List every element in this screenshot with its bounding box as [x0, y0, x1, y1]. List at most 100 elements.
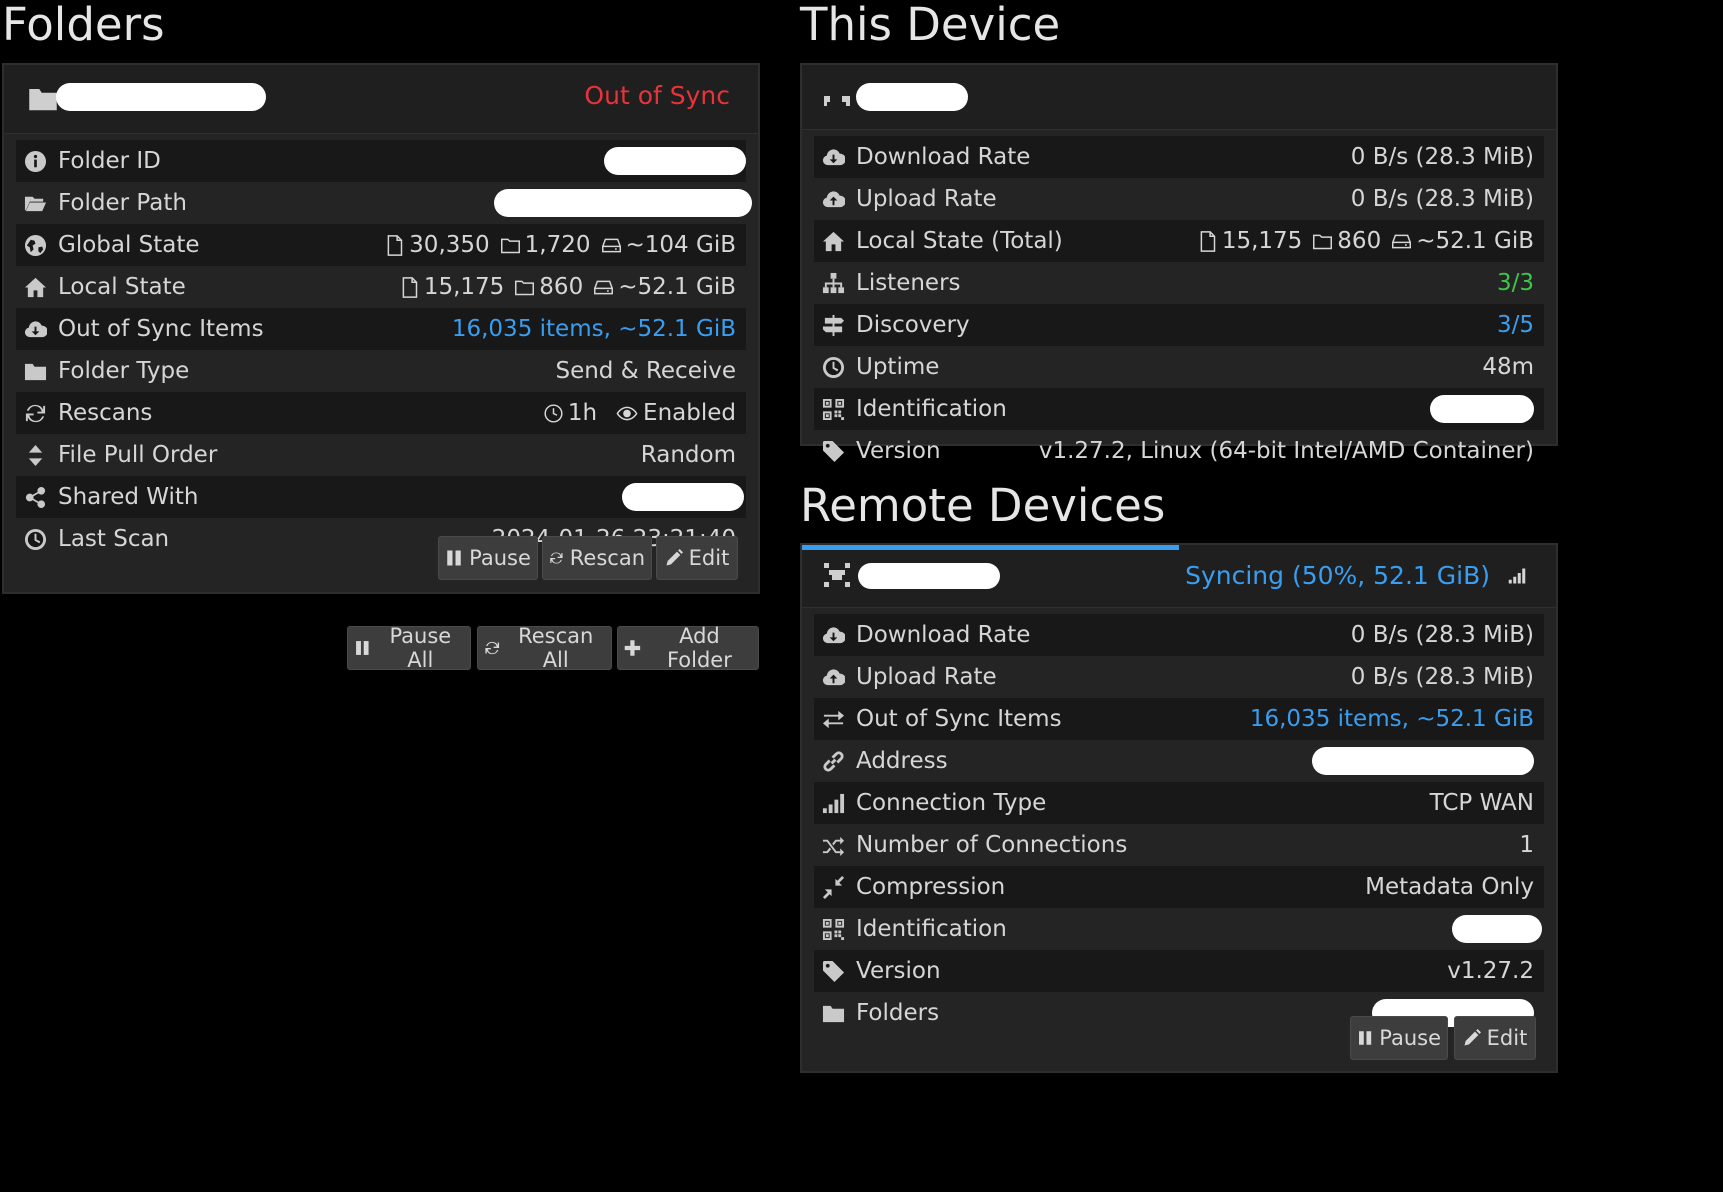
home-icon [822, 230, 856, 253]
file-icon [399, 277, 420, 298]
folder-row-path: Folder Path [16, 182, 752, 224]
qrcode-icon [822, 918, 856, 941]
hdd-icon [1391, 231, 1412, 252]
folder-open-icon [24, 192, 58, 215]
qrcode-icon [822, 398, 856, 421]
folder-row-local-state: Local State 15,175 860 ~52.1 GiB [16, 266, 746, 308]
device-identicon-icon [824, 92, 852, 112]
remote-out-of-sync-link[interactable]: 16,035 items, ~52.1 GiB [1250, 706, 1534, 732]
rescan-all-button[interactable]: Rescan All [477, 624, 612, 672]
remote-row-connection-type: Connection Type TCP WAN [814, 782, 1544, 824]
refresh-icon [549, 549, 564, 567]
clock-icon [822, 356, 856, 379]
tag-icon [822, 960, 856, 983]
plus-icon [624, 639, 641, 657]
folder-row-out-of-sync: Out of Sync Items 16,035 items, ~52.1 Gi… [16, 308, 746, 350]
device-row-uptime: Uptime 48m [814, 346, 1544, 388]
device-row-discovery: Discovery 3/5 [814, 304, 1544, 346]
refresh-icon [24, 402, 58, 425]
folder-panel: Out of Sync Folder ID Folder Path Global… [2, 63, 760, 594]
folder-outline-icon [1312, 231, 1333, 252]
folder-path-redacted [494, 189, 752, 217]
cloud-download-icon [822, 624, 856, 647]
clock-icon [24, 528, 58, 551]
remote-row-version: Version v1.27.2 [814, 950, 1544, 992]
home-icon [24, 276, 58, 299]
folder-outline-icon [500, 235, 521, 256]
remote-devices-heading: Remote Devices [800, 479, 1166, 532]
folder-icon [24, 360, 58, 383]
remote-identicon-icon [824, 563, 850, 593]
device-id-redacted[interactable] [1430, 395, 1534, 423]
remote-device-name-redacted [858, 563, 1000, 589]
folders-heading: Folders [2, 0, 165, 51]
device-row-local-state: Local State (Total) 15,175 860 ~52.1 GiB [814, 220, 1544, 262]
signal-icon [822, 792, 856, 815]
folder-out-of-sync-link[interactable]: 16,035 items, ~52.1 GiB [452, 316, 736, 342]
share-icon [24, 486, 58, 509]
remote-row-compression: Compression Metadata Only [814, 866, 1544, 908]
remote-pause-button[interactable]: Pause [1350, 1016, 1448, 1060]
remote-row-download: Download Rate 0 B/s (28.3 MiB) [814, 614, 1544, 656]
device-row-download: Download Rate 0 B/s (28.3 MiB) [814, 136, 1544, 178]
folder-status: Out of Sync [584, 81, 730, 110]
folder-name-redacted [56, 83, 266, 111]
pencil-icon [665, 549, 683, 567]
random-icon [822, 834, 856, 857]
hdd-icon [601, 235, 622, 256]
sort-icon [24, 444, 58, 467]
pause-icon [354, 639, 371, 657]
hdd-icon [593, 277, 614, 298]
cloud-download-icon [822, 146, 856, 169]
remote-edit-button[interactable]: Edit [1454, 1016, 1536, 1060]
folder-row-shared-with: Shared With [16, 476, 746, 518]
signpost-icon [822, 314, 856, 337]
this-device-header[interactable] [802, 65, 1556, 130]
tag-icon [822, 440, 856, 463]
cloud-download-icon [24, 318, 58, 341]
folder-panel-header[interactable]: Out of Sync [4, 65, 758, 134]
device-row-version: Version v1.27.2, Linux (64-bit Intel/AMD… [814, 430, 1544, 472]
sync-progress-bar [802, 545, 1179, 550]
cloud-upload-icon [822, 666, 856, 689]
remote-device-header[interactable]: Syncing (50%, 52.1 GiB) [802, 545, 1556, 608]
folder-id-redacted [604, 147, 746, 175]
this-device-heading: This Device [800, 0, 1061, 51]
folder-rescan-button[interactable]: Rescan [542, 536, 652, 580]
pause-icon [445, 549, 463, 567]
add-folder-button[interactable]: Add Folder [617, 624, 759, 672]
file-icon [1197, 231, 1218, 252]
link-icon [822, 750, 856, 773]
remote-row-identification: Identification [814, 908, 1544, 950]
signal-icon [1506, 567, 1528, 589]
clock-icon [543, 403, 564, 424]
device-row-identification: Identification [814, 388, 1544, 430]
folder-icon [822, 1002, 856, 1025]
cloud-upload-icon [822, 188, 856, 211]
remote-row-upload: Upload Rate 0 B/s (28.3 MiB) [814, 656, 1544, 698]
remote-row-address: Address [814, 740, 1544, 782]
file-icon [384, 235, 405, 256]
pause-icon [1357, 1029, 1373, 1047]
folder-edit-button[interactable]: Edit [656, 536, 738, 580]
eye-icon [615, 403, 639, 424]
listeners-link[interactable]: 3/3 [1497, 270, 1534, 296]
folder-row-global-state: Global State 30,350 1,720 ~104 GiB [16, 224, 746, 266]
folder-pause-button[interactable]: Pause [438, 536, 538, 580]
remote-device-panel: Syncing (50%, 52.1 GiB) Download Rate 0 … [800, 543, 1558, 1073]
pause-all-button[interactable]: Pause All [347, 624, 471, 672]
discovery-link[interactable]: 3/5 [1497, 312, 1534, 338]
folder-row-pull-order: File Pull Order Random [16, 434, 746, 476]
device-row-upload: Upload Rate 0 B/s (28.3 MiB) [814, 178, 1544, 220]
remote-id-redacted[interactable] [1452, 915, 1542, 943]
folder-outline-icon [514, 277, 535, 298]
shared-with-redacted [622, 483, 744, 511]
device-name-redacted [856, 83, 968, 111]
sitemap-icon [822, 272, 856, 295]
refresh-icon [484, 639, 500, 657]
info-icon [24, 150, 58, 173]
compress-icon [822, 876, 856, 899]
folder-row-type: Folder Type Send & Receive [16, 350, 746, 392]
pencil-icon [1463, 1029, 1481, 1047]
device-row-listeners: Listeners 3/3 [814, 262, 1544, 304]
